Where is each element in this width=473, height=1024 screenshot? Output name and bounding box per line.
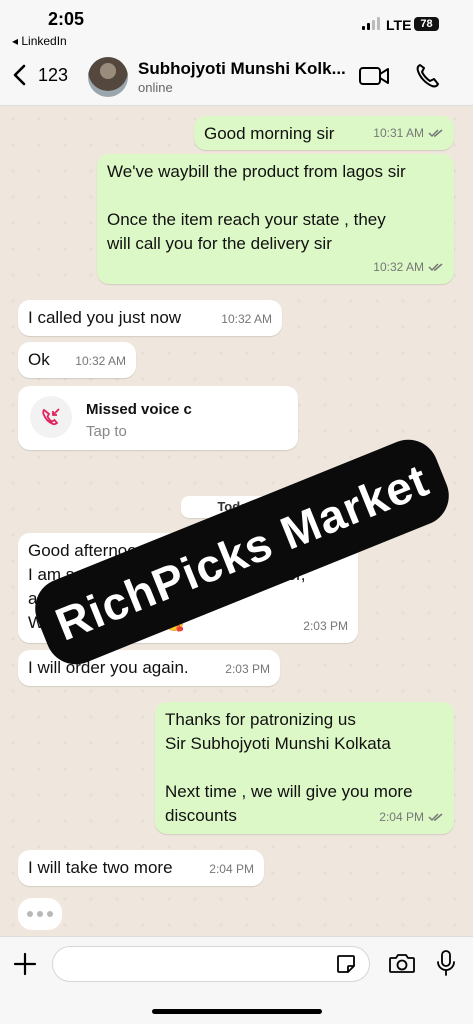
- read-ticks-icon: [428, 263, 443, 272]
- read-ticks-icon: [428, 129, 443, 138]
- unread-count: 123: [38, 64, 69, 85]
- composer-bar: [0, 936, 473, 1024]
- message-time: 10:32 AM: [373, 260, 424, 274]
- status-time: 2:05: [48, 9, 85, 29]
- network-type: LTE: [386, 17, 412, 33]
- plus-icon[interactable]: [12, 951, 38, 977]
- typing-indicator: [18, 898, 62, 930]
- read-ticks-icon: [428, 813, 443, 822]
- chat-header: 123 Subhojyoti Munshi Kolk... online: [0, 50, 473, 106]
- contact-name[interactable]: Subhojyoti Munshi Kolk...: [138, 59, 346, 79]
- message-outgoing[interactable]: We've waybill the product from lagos sir…: [97, 154, 454, 284]
- missed-call-icon: [30, 396, 72, 438]
- avatar[interactable]: [88, 57, 128, 97]
- chat-area[interactable]: Good morning sir 10:31 AM We've waybill …: [0, 106, 473, 936]
- signal-icon: [362, 16, 382, 30]
- video-camera-icon[interactable]: [358, 64, 390, 88]
- message-incoming[interactable]: I called you just now 10:32 AM: [18, 300, 282, 336]
- back-button[interactable]: 123: [12, 64, 68, 86]
- back-to-app-link[interactable]: ◂ LinkedIn: [12, 34, 67, 48]
- message-time: 2:04 PM: [209, 862, 254, 876]
- message-outgoing[interactable]: Good morning sir 10:31 AM: [194, 116, 454, 150]
- microphone-icon[interactable]: [436, 949, 456, 977]
- chevron-left-icon: [13, 64, 26, 86]
- message-outgoing[interactable]: Thanks for patronizing us Sir Subhojyoti…: [155, 702, 454, 834]
- status-bar: 2:05 ◂ LinkedIn LTE 78: [0, 0, 473, 50]
- missed-call-bubble[interactable]: Missed voice c Tap to: [18, 386, 298, 450]
- contact-status: online: [138, 80, 173, 95]
- camera-icon[interactable]: [388, 951, 416, 975]
- message-time: 10:31 AM: [373, 126, 424, 140]
- message-time: 2:03 PM: [303, 619, 348, 633]
- message-incoming[interactable]: Ok 10:32 AM: [18, 342, 136, 378]
- missed-call-title: Missed voice c: [86, 401, 192, 418]
- message-time: 10:32 AM: [221, 312, 272, 326]
- message-text: We've waybill the product from lagos sir…: [107, 162, 406, 253]
- message-time: 2:04 PM: [379, 810, 424, 824]
- home-indicator: [152, 1009, 322, 1014]
- battery-icon: 78: [414, 17, 439, 31]
- message-time: 10:32 AM: [75, 354, 126, 368]
- phone-icon[interactable]: [414, 62, 440, 90]
- message-input[interactable]: [52, 946, 370, 982]
- message-incoming[interactable]: I will take two more 2:04 PM: [18, 850, 264, 886]
- message-time: 2:03 PM: [225, 662, 270, 676]
- sticker-icon[interactable]: [335, 953, 357, 975]
- missed-call-subtitle: Tap to: [86, 423, 127, 440]
